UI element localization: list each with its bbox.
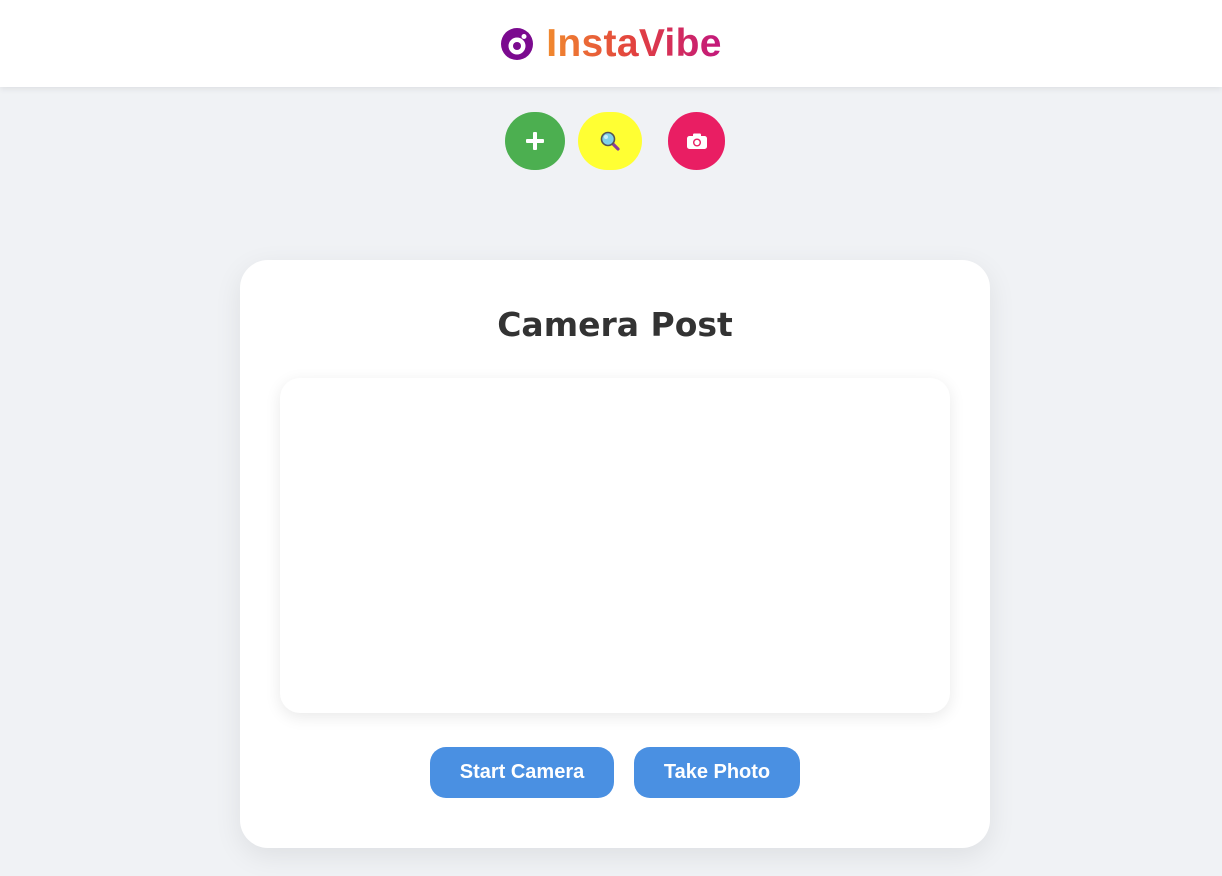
search-icon xyxy=(600,131,620,151)
camera-preview xyxy=(280,378,950,713)
take-photo-button[interactable]: Take Photo xyxy=(634,747,800,798)
app-name: InstaVibe xyxy=(546,21,722,65)
card-title: Camera Post xyxy=(497,305,733,344)
camera-lens-icon xyxy=(501,27,534,60)
brand[interactable]: InstaVibe xyxy=(500,22,721,66)
action-bar xyxy=(0,112,1222,170)
start-camera-button[interactable]: Start Camera xyxy=(430,747,614,798)
plus-icon xyxy=(526,132,544,150)
search-button[interactable] xyxy=(578,112,642,170)
app-header: InstaVibe xyxy=(0,0,1222,87)
add-post-button[interactable] xyxy=(505,112,565,170)
camera-icon xyxy=(686,133,707,149)
camera-button[interactable] xyxy=(668,112,725,170)
camera-post-card: Camera Post Start Camera Take Photo xyxy=(240,260,990,848)
